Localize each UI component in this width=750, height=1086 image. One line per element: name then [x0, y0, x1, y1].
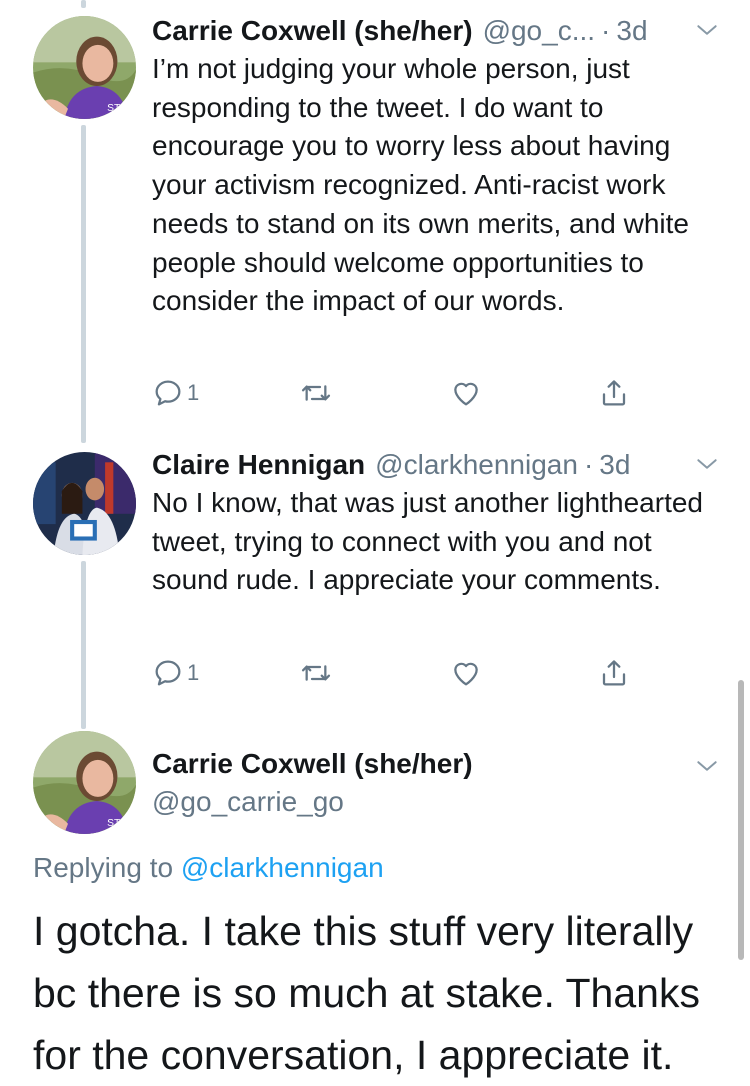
heart-icon [450, 377, 482, 409]
tweet-text: No I know, that was just another lighthe… [152, 487, 703, 596]
reply-count: 1 [187, 660, 200, 685]
author-name[interactable]: Carrie Coxwell (she/her) [152, 744, 473, 784]
tweet-menu-button[interactable] [694, 451, 720, 477]
author-handle[interactable]: @go_carrie_go [152, 782, 344, 822]
avatar[interactable] [33, 16, 136, 119]
timestamp[interactable]: 3d [616, 11, 647, 51]
thread-line [81, 125, 86, 443]
retweet-button[interactable] [300, 373, 332, 413]
avatar-image [33, 731, 136, 834]
avatar[interactable] [33, 731, 136, 834]
share-icon [598, 377, 630, 409]
chevron-down-icon [694, 753, 720, 779]
retweet-icon [300, 377, 332, 409]
tweet-actions: 1 [152, 653, 652, 693]
timestamp[interactable]: 3d [599, 445, 630, 485]
retweet-icon [300, 657, 332, 689]
replying-to-label: Replying to [33, 852, 174, 883]
chevron-down-icon [694, 17, 720, 43]
thread-line-top [81, 0, 86, 8]
author-name[interactable]: Carrie Coxwell (she/her) [152, 11, 473, 51]
share-button[interactable] [598, 373, 630, 413]
separator-dot: · [601, 15, 611, 46]
tweet-actions: 1 [152, 373, 652, 413]
tweet-text: I’m not judging your whole person, just … [152, 53, 689, 317]
tweet-menu-button[interactable] [694, 753, 720, 779]
replying-to-link[interactable]: @clarkhennigan [181, 852, 384, 883]
retweet-button[interactable] [300, 653, 332, 693]
scrollbar[interactable] [738, 680, 744, 960]
share-icon [598, 657, 630, 689]
author-handle[interactable]: @go_c... [483, 11, 595, 51]
avatar-image [33, 16, 136, 119]
avatar[interactable] [33, 452, 136, 555]
separator-dot: · [583, 449, 594, 480]
like-button[interactable] [450, 653, 482, 693]
tweet-header: Claire Hennigan @clarkhennigan · 3d [152, 445, 720, 485]
tweet-text: I gotcha. I take this stuff very literal… [33, 908, 700, 1078]
avatar-image [33, 452, 136, 555]
reply-button[interactable]: 1 [152, 653, 199, 693]
heart-icon [450, 657, 482, 689]
author-handle[interactable]: @clarkhennigan [375, 445, 578, 485]
chevron-down-icon [694, 451, 720, 477]
like-button[interactable] [450, 373, 482, 413]
reply-button[interactable]: 1 [152, 373, 199, 413]
replying-to-line: Replying to @clarkhennigan [33, 848, 384, 888]
author-name[interactable]: Claire Hennigan [152, 445, 365, 485]
reply-count: 1 [187, 380, 200, 405]
reply-icon [152, 377, 184, 409]
reply-icon [152, 657, 184, 689]
tweet-menu-button[interactable] [694, 17, 720, 43]
tweet-header: Carrie Coxwell (she/her) @go_c... · 3d [152, 11, 720, 51]
share-button[interactable] [598, 653, 630, 693]
thread-line [81, 561, 86, 729]
